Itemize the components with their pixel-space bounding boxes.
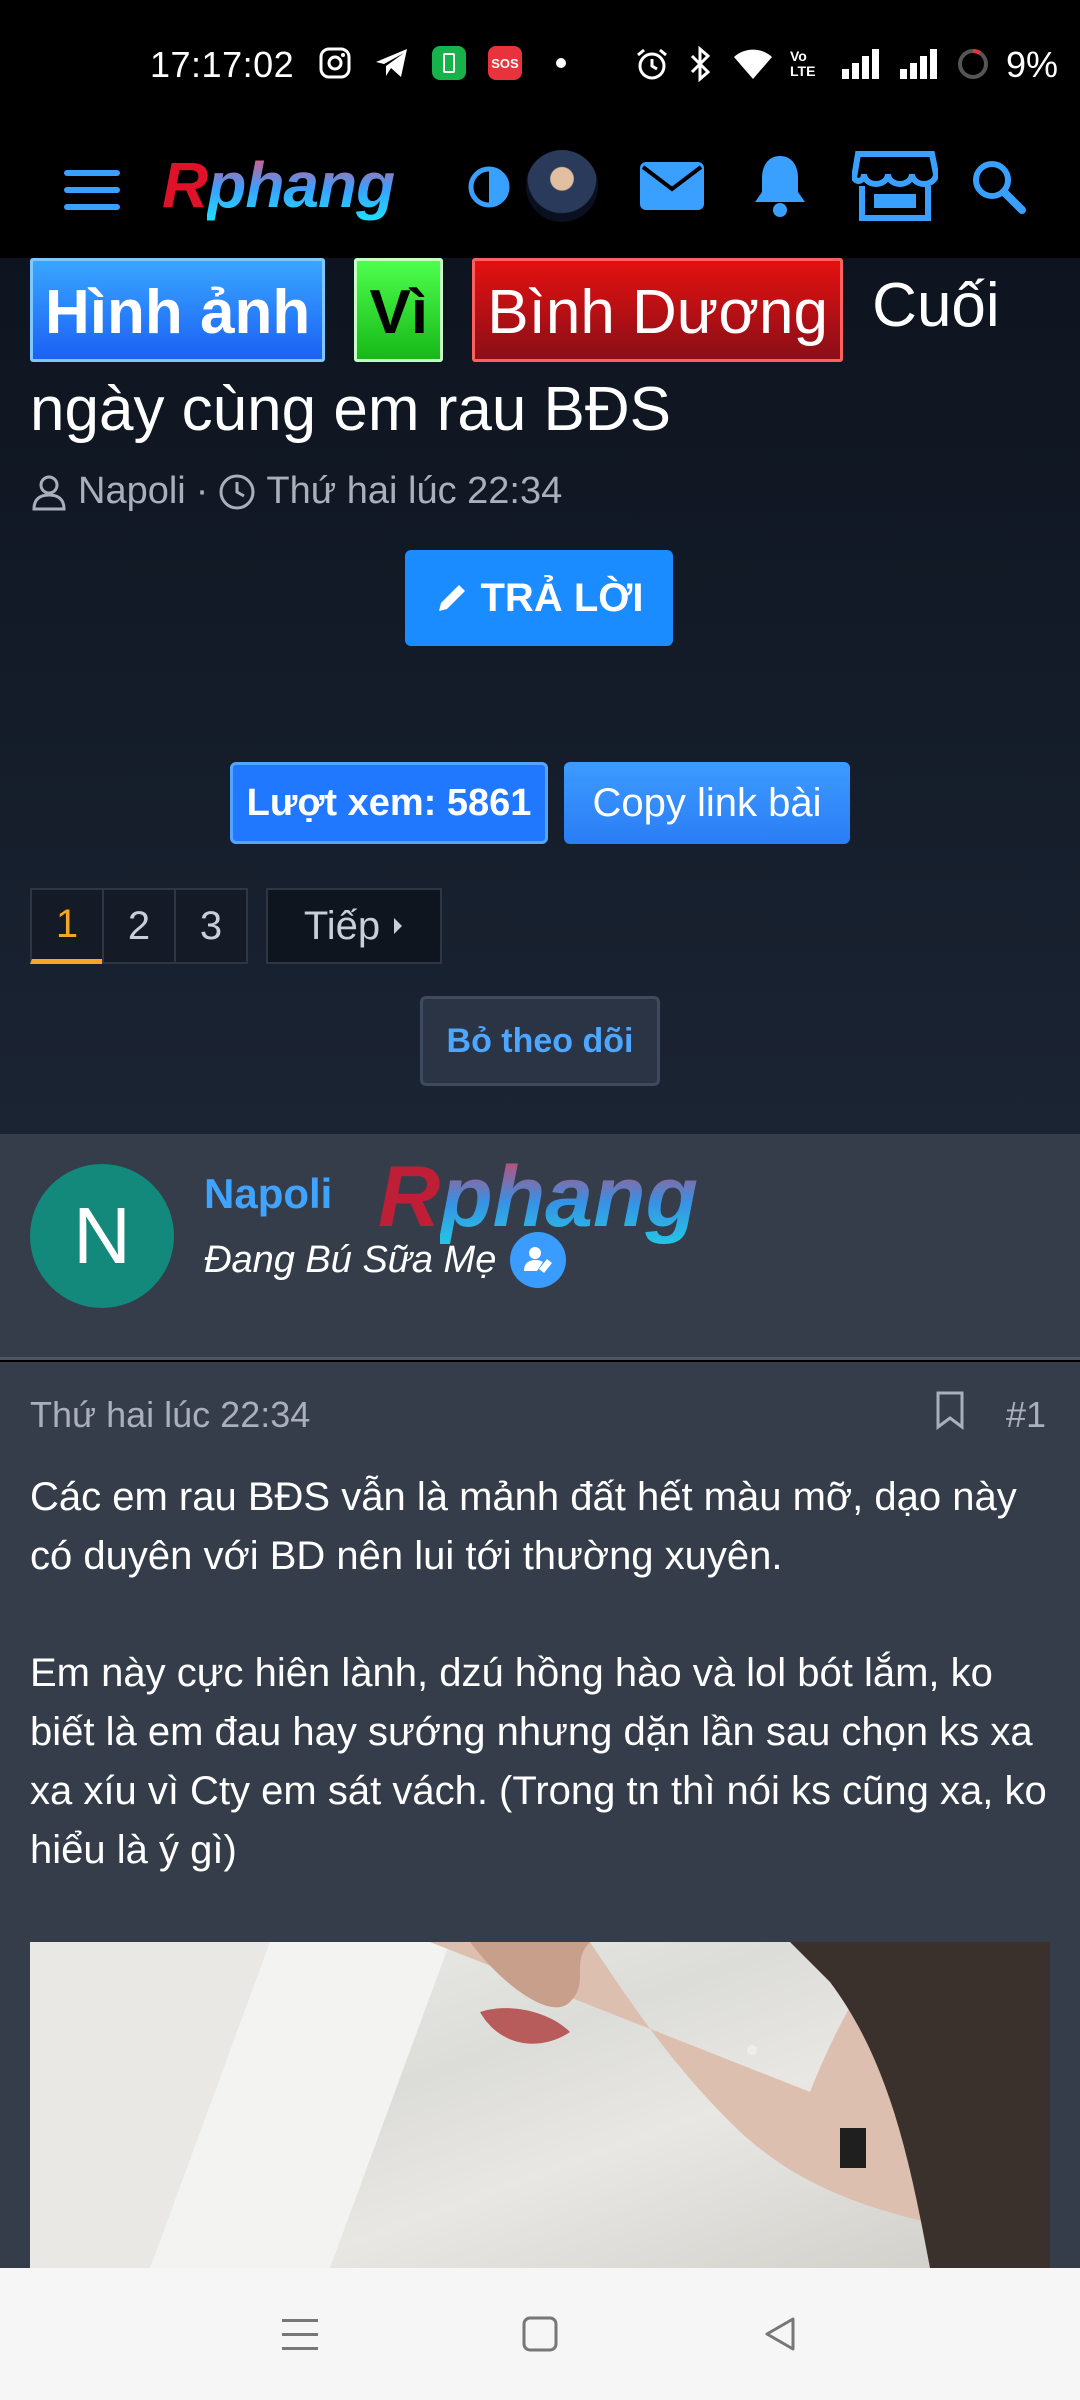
caret-right-icon xyxy=(394,918,403,934)
page-2[interactable]: 2 xyxy=(102,888,176,964)
thread-meta: Napoli · Thứ hai lúc 22:34 xyxy=(30,470,562,513)
thread-title-line2: ngày cùng em rau BĐS xyxy=(30,375,672,444)
status-time: 17:17:02 xyxy=(150,44,295,85)
clock-icon xyxy=(219,474,255,509)
recent-apps-icon xyxy=(282,2319,318,2350)
post-paragraph-2: Em này cực hiên lành, dzú hồng hào và lo… xyxy=(30,1651,1047,1872)
meta-separator: · xyxy=(195,470,209,512)
bookmark-button[interactable] xyxy=(934,1390,966,1435)
menu-button[interactable] xyxy=(52,150,132,230)
prefix-label-binh-duong[interactable]: Bình Dương xyxy=(472,258,843,362)
next-page-button[interactable]: Tiếp xyxy=(266,888,442,964)
volte-icon: Vo LTE xyxy=(790,48,816,79)
dot-icon xyxy=(556,58,566,68)
bookmark-icon xyxy=(936,1391,964,1430)
theme-toggle-icon xyxy=(468,166,510,208)
author-user-title: Đang Bú Sữa Mẹ xyxy=(204,1232,567,1288)
copy-link-button[interactable]: Copy link bài xyxy=(564,762,850,844)
user-avatar[interactable] xyxy=(526,150,598,222)
page-3[interactable]: 3 xyxy=(174,888,248,964)
post-paragraph-1: Các em rau BĐS vẫn là mảnh đất hết màu m… xyxy=(30,1475,1017,1578)
store-button[interactable] xyxy=(850,146,940,226)
views-counter: Lượt xem: 5861 xyxy=(230,762,548,844)
pagination: 1 2 3 Tiếp xyxy=(30,888,442,964)
prefix-label-vi[interactable]: Vì xyxy=(354,258,444,362)
watermark-rest: phang xyxy=(440,1149,699,1245)
instagram-icon xyxy=(319,47,351,79)
signal-icon-2 xyxy=(900,49,937,79)
page-1[interactable]: 1 xyxy=(30,888,104,964)
system-nav-bar xyxy=(0,2268,1080,2400)
mail-icon xyxy=(640,162,704,210)
reply-label: TRẢ LỜI xyxy=(480,575,644,620)
status-bar: 17:17:02 SOS Vo LTE 9% xyxy=(0,0,1080,130)
post-author-block: N Rphang Napoli Đang Bú Sữa Mẹ xyxy=(0,1134,1080,1360)
post-number[interactable]: #1 xyxy=(1006,1394,1046,1436)
pencil-icon xyxy=(438,585,465,611)
author-name[interactable]: Napoli xyxy=(204,1170,332,1218)
logo-rest: phang xyxy=(207,149,395,221)
post-date[interactable]: Thứ hai lúc 22:34 xyxy=(30,1394,310,1436)
status-notification-icons: SOS xyxy=(318,46,566,80)
photo-illustration xyxy=(30,1942,1050,2268)
logo-first-letter: R xyxy=(162,149,208,221)
home-icon xyxy=(522,2316,558,2352)
battery-saver-icon xyxy=(432,46,466,80)
user-icon xyxy=(32,475,66,510)
battery-percent: 9% xyxy=(1005,44,1058,85)
verified-badge xyxy=(510,1232,567,1288)
search-button[interactable] xyxy=(962,150,1034,222)
user-check-icon xyxy=(524,1247,553,1273)
post-image[interactable] xyxy=(30,1942,1050,2268)
post-body: Thứ hai lúc 22:34 #1 Các em rau BĐS vẫn … xyxy=(0,1362,1080,2268)
alerts-button[interactable] xyxy=(744,146,816,224)
battery-ring-icon xyxy=(958,48,988,79)
next-label: Tiếp xyxy=(303,903,381,948)
thread-author[interactable]: Napoli xyxy=(78,470,186,513)
store-icon xyxy=(852,151,938,221)
bluetooth-icon xyxy=(690,46,711,82)
telegram-icon xyxy=(376,49,407,77)
theme-toggle-button[interactable] xyxy=(462,160,516,214)
status-system-icons: Vo LTE xyxy=(634,46,990,82)
thread-title-tail: Cuối xyxy=(872,271,1000,340)
prefix-label-images[interactable]: Hình ảnh xyxy=(30,258,326,362)
site-logo[interactable]: Rphang xyxy=(162,148,395,222)
wifi-icon xyxy=(734,49,772,79)
bell-icon xyxy=(755,156,805,217)
author-avatar[interactable]: N xyxy=(30,1164,174,1308)
author-title-text: Đang Bú Sữa Mẹ xyxy=(204,1238,497,1281)
back-icon xyxy=(765,2317,795,2351)
home-button[interactable] xyxy=(500,2294,580,2374)
reply-button[interactable]: TRẢ LỜI xyxy=(405,550,673,646)
search-icon xyxy=(973,161,1026,214)
thread-title-line1: Hình ảnh Vì Bình Dương Cuối xyxy=(30,258,1000,362)
inbox-button[interactable] xyxy=(636,150,708,222)
watermark-first: R xyxy=(378,1149,441,1245)
menu-icon xyxy=(64,170,120,210)
sos-icon: SOS xyxy=(488,46,522,80)
unwatch-button[interactable]: Bỏ theo dõi xyxy=(420,996,660,1086)
signal-icon xyxy=(842,49,879,79)
recent-apps-button[interactable] xyxy=(260,2294,340,2374)
thread-date[interactable]: Thứ hai lúc 22:34 xyxy=(266,470,562,513)
back-button[interactable] xyxy=(740,2294,820,2374)
thread-header: Hình ảnh Vì Bình Dương Cuối ngày cùng em… xyxy=(0,258,1080,1134)
alarm-icon xyxy=(637,48,667,80)
